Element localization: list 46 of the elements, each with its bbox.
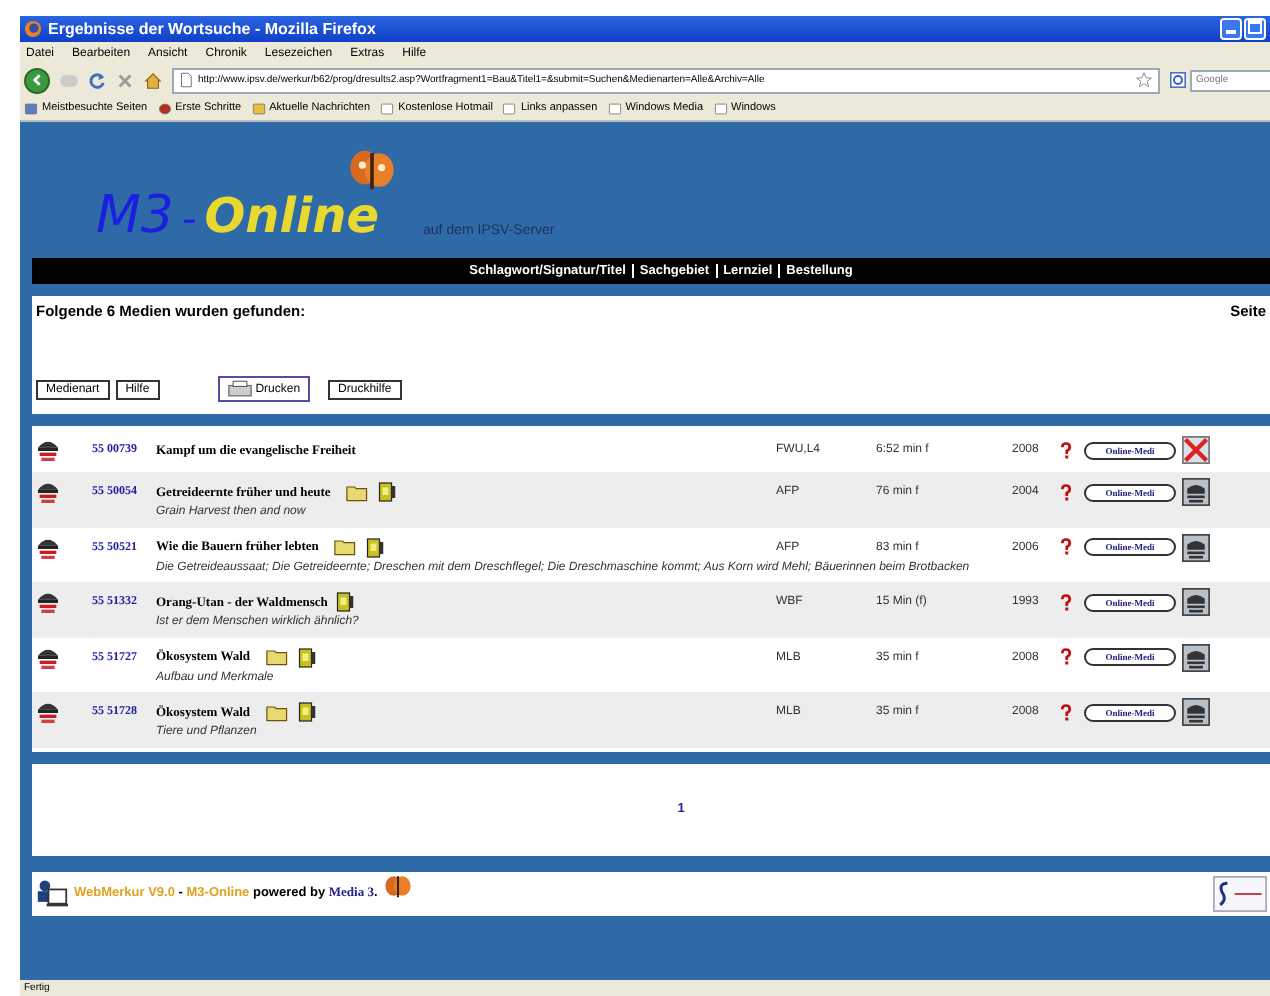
bookmark-icon <box>607 101 622 115</box>
film-icon[interactable] <box>366 535 385 559</box>
help-icon[interactable] <box>1060 538 1072 556</box>
unavailable-icon[interactable] <box>1182 436 1210 464</box>
device-icon[interactable] <box>1182 698 1210 726</box>
bookmark-icon <box>502 101 517 115</box>
film-icon[interactable] <box>335 590 354 614</box>
butterfly-icon <box>383 871 412 899</box>
bookmark-icon <box>713 101 728 115</box>
help-icon[interactable] <box>1060 648 1072 666</box>
media-cover-icon <box>36 698 60 728</box>
media-cover-icon <box>36 588 60 618</box>
folder-icon[interactable] <box>346 483 371 501</box>
site-logo: M3- Online <box>96 186 396 258</box>
help-icon[interactable] <box>1060 441 1072 459</box>
device-icon[interactable] <box>1182 533 1210 561</box>
film-icon[interactable] <box>378 480 397 504</box>
media-cover-icon <box>36 478 60 508</box>
film-icon[interactable] <box>298 645 317 669</box>
help-icon[interactable] <box>1060 703 1072 721</box>
home-icon[interactable] <box>144 71 162 89</box>
butterfly-icon <box>347 146 396 194</box>
printer-icon <box>227 380 252 398</box>
bookmark-icon <box>24 101 38 115</box>
folder-icon[interactable] <box>334 538 359 556</box>
folder-icon[interactable] <box>266 648 291 666</box>
film-icon[interactable] <box>298 700 317 724</box>
maximize-button[interactable] <box>1244 18 1266 40</box>
back-button[interactable] <box>24 67 50 93</box>
bookmark-icon <box>380 101 395 115</box>
device-icon[interactable] <box>1182 588 1210 616</box>
browser-icon <box>24 20 42 38</box>
page-icon <box>180 72 192 88</box>
device-icon[interactable] <box>1182 643 1210 671</box>
star-icon[interactable] <box>1136 72 1152 88</box>
bookmark-icon <box>157 101 172 115</box>
window-title: Ergebnisse der Wortsuche - Mozilla Firefox <box>48 20 378 38</box>
folder-icon <box>251 101 266 115</box>
folder-icon[interactable] <box>266 703 291 721</box>
device-icon[interactable] <box>1182 478 1210 506</box>
search-engine-icon[interactable] <box>1170 72 1186 88</box>
media-cover-icon <box>36 436 60 466</box>
help-icon[interactable] <box>1060 483 1072 501</box>
help-icon[interactable] <box>1060 593 1072 611</box>
minimize-button[interactable] <box>1220 18 1242 40</box>
reload-icon[interactable] <box>88 71 106 89</box>
